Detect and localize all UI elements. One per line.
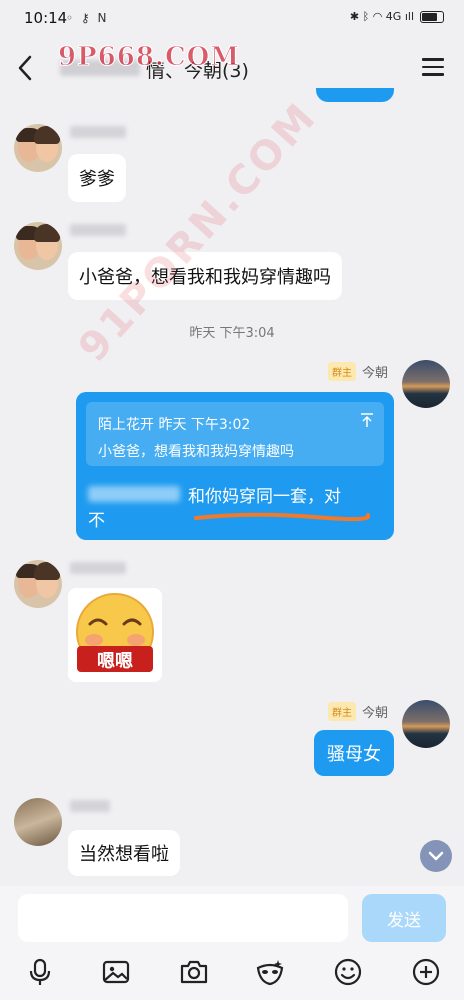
sender-name-blurred [70,224,126,236]
avatar[interactable] [14,798,62,846]
message-bubble[interactable]: 小爸爸，想看我和我妈穿情趣吗 [68,252,342,300]
sender-row: 群主 今朝 [328,702,388,721]
sender-name: 今朝 [362,366,389,381]
avatar[interactable] [402,360,450,408]
battery-fill [422,12,438,21]
chevron-down-icon [428,851,444,861]
underline-annotation [194,512,370,522]
scroll-to-bottom-button[interactable] [420,840,452,872]
send-button[interactable]: 发送 [362,894,446,942]
composer-toolbar [0,952,464,992]
reply-text-continued: 不 [88,511,105,531]
image-icon[interactable] [100,956,132,988]
message-input[interactable] [18,894,348,942]
reply-text: 和你妈穿同一套，对 [188,487,341,507]
signal-icons: ✱ ᛒ ◠ 4G ıll [349,10,414,23]
jump-to-quote-icon[interactable] [360,412,374,428]
quote-header: 陌上花开 昨天 下午3:02 [98,417,251,433]
status-notification-icons: ◦ ⚷ N [66,11,109,25]
avatar[interactable] [14,560,62,608]
message-bubble[interactable]: 当然想看啦 [68,830,180,876]
status-right: ✱ ᛒ ◠ 4G ıll [350,10,444,23]
group-owner-badge: 群主 [328,702,356,721]
reply-blurred-part [88,486,180,502]
sticker-mask-icon[interactable] [254,956,286,988]
group-owner-badge: 群主 [328,362,356,381]
sticker-label: 嗯嗯 [97,651,133,672]
message-bubble[interactable]: 骚母女 [314,730,394,776]
quote-box[interactable]: 陌上花开 昨天 下午3:02 小爸爸，想看我和我妈穿情趣吗 [86,402,384,466]
sender-name-blurred [70,800,110,812]
sender-name: 今朝 [362,706,389,721]
avatar[interactable] [402,700,450,748]
sender-name-blurred [70,126,126,138]
sticker-message[interactable]: 嗯嗯 [68,588,162,682]
watermark-text: 9P668.COM [57,42,241,73]
message-bubble[interactable]: 爹爹 [68,154,126,202]
avatar[interactable] [14,222,62,270]
plus-icon[interactable] [410,956,442,988]
sender-row: 群主 今朝 [328,362,388,381]
timestamp: 昨天 下午3:04 [189,326,275,341]
status-time: 10:14 [24,9,68,27]
composer: 发送 [0,886,464,1000]
previous-bubble-edge [316,88,394,102]
back-arrow-icon[interactable] [14,54,36,82]
emoji-icon[interactable] [332,956,364,988]
microphone-icon[interactable] [24,956,56,988]
menu-icon[interactable] [422,58,444,78]
quote-text: 小爸爸，想看我和我妈穿情趣吗 [98,444,294,460]
quoted-reply-bubble[interactable]: 陌上花开 昨天 下午3:02 小爸爸，想看我和我妈穿情趣吗 和你妈穿同一套，对 … [76,392,394,540]
status-bar: 10:14 ◦ ⚷ N ✱ ᛒ ◠ 4G ıll [0,0,464,36]
sender-name-blurred [70,562,126,574]
battery-icon [420,10,444,23]
avatar[interactable] [14,124,62,172]
camera-icon[interactable] [178,956,210,988]
